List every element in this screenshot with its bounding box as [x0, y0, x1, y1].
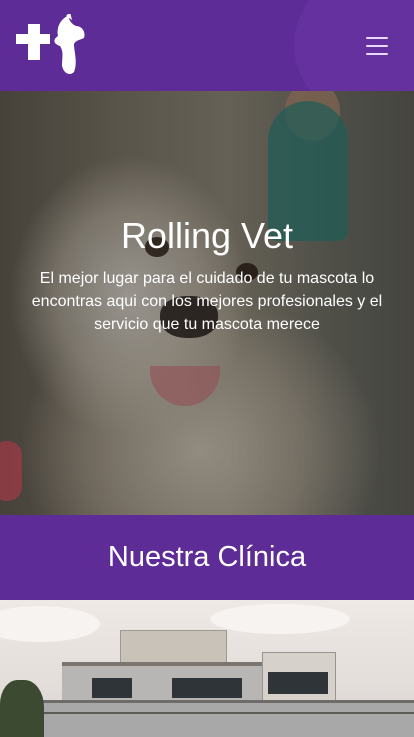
clinic-image-cloud — [210, 604, 350, 634]
hamburger-menu-icon[interactable] — [366, 37, 388, 55]
hero-banner: Rolling Vet El mejor lugar para el cuida… — [0, 91, 414, 515]
navbar — [0, 0, 414, 91]
hamburger-line — [366, 37, 388, 39]
hero-description: El mejor lugar para el cuidado de tu mas… — [31, 270, 383, 333]
clinic-window — [92, 678, 132, 698]
hamburger-line — [366, 53, 388, 55]
clinic-tree — [0, 680, 44, 737]
navbar-decoration — [294, 0, 414, 91]
hero-text: Rolling Vet El mejor lugar para el cuida… — [0, 215, 414, 336]
clinic-building-top — [120, 630, 227, 664]
clinic-window — [172, 678, 242, 698]
clinic-section-title: Nuestra Clínica — [107, 541, 307, 573]
hamburger-line — [366, 45, 388, 47]
clinic-image — [0, 600, 414, 737]
clinic-railing — [22, 712, 414, 714]
hero-title: Rolling Vet — [120, 215, 294, 256]
cross-and-pets-logo[interactable] — [14, 14, 88, 76]
clinic-window — [268, 672, 328, 694]
clinic-building-base — [22, 700, 414, 737]
clinic-section-header: Nuestra Clínica — [0, 515, 414, 600]
